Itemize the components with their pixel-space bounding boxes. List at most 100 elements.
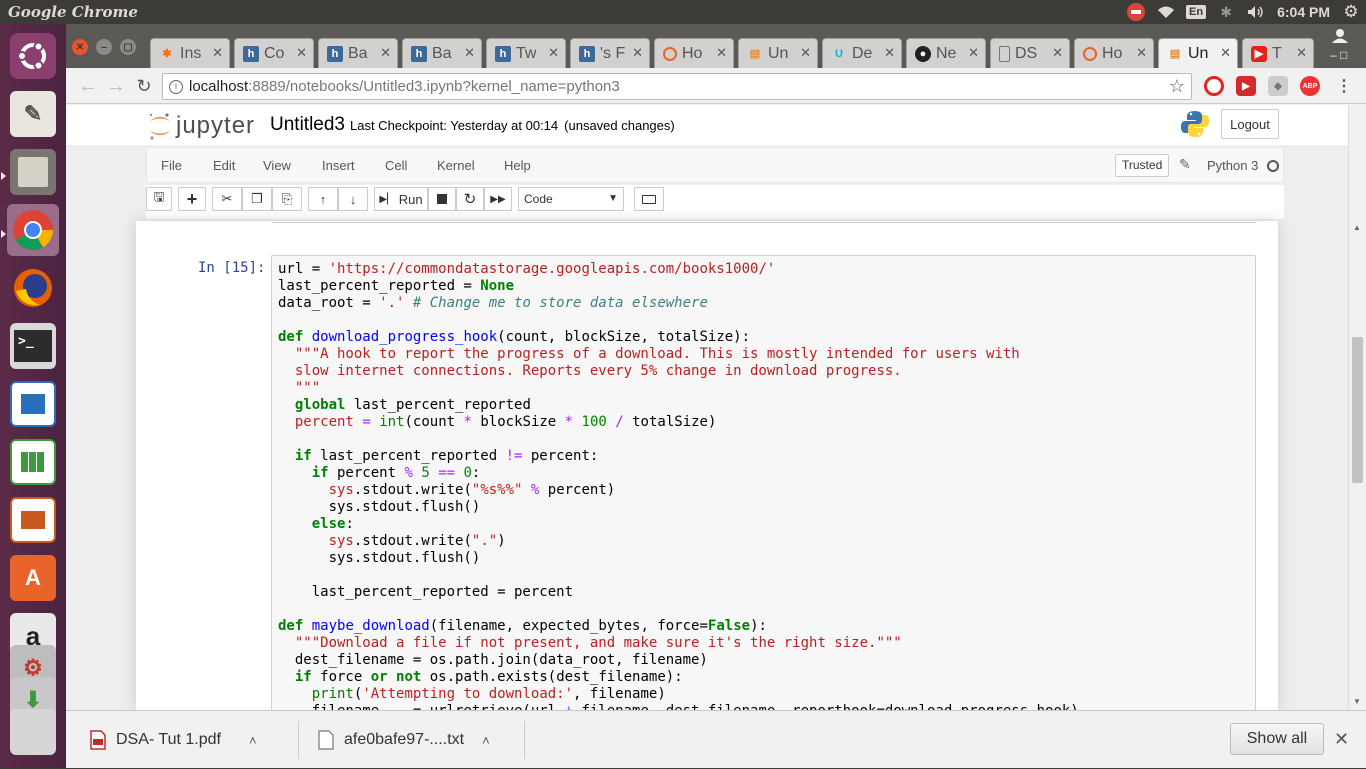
ubuntu-dash-launcher[interactable]	[7, 30, 59, 82]
move-up-button[interactable]: ↑	[308, 187, 338, 211]
wifi-icon[interactable]	[1157, 3, 1175, 21]
keyboard-layout-indicator[interactable]: En	[1186, 3, 1207, 21]
close-icon[interactable]: ✕	[1334, 729, 1349, 750]
file-manager-launcher[interactable]	[7, 146, 59, 198]
menu-view[interactable]: View	[263, 158, 291, 173]
profile-button[interactable]: – □	[1322, 26, 1358, 66]
restart-kernel-button[interactable]: ↻	[456, 187, 484, 211]
chevron-up-icon[interactable]: ˄	[249, 733, 257, 748]
tab[interactable]: ▶ T ✕	[1242, 38, 1314, 68]
tab-close-icon[interactable]: ✕	[380, 45, 391, 61]
scrollbar-thumb[interactable]	[1352, 337, 1363, 483]
menu-help[interactable]: Help	[504, 158, 531, 173]
tab[interactable]: h Co ✕	[234, 38, 314, 68]
interrupt-kernel-button[interactable]	[428, 187, 456, 211]
menu-cell[interactable]: Cell	[385, 158, 407, 173]
no-entry-icon[interactable]	[1127, 3, 1146, 21]
show-all-downloads-button[interactable]: Show all	[1230, 723, 1324, 755]
pencil-icon[interactable]: ✎	[1179, 156, 1191, 173]
tab-close-icon[interactable]: ✕	[884, 45, 895, 61]
info-icon[interactable]: i	[169, 80, 183, 94]
tab[interactable]: ● Ne ✕	[906, 38, 986, 68]
gear-icon[interactable]: ⚙	[1342, 2, 1360, 21]
opera-vpn-extension-icon[interactable]	[1204, 76, 1224, 96]
tab[interactable]: h Ba ✕	[318, 38, 398, 68]
shield-extension-icon[interactable]: ◆	[1268, 76, 1288, 96]
tab-close-icon[interactable]: ✕	[1296, 45, 1307, 61]
tab[interactable]: ▤ Un ✕	[738, 38, 818, 68]
tab-close-icon[interactable]: ✕	[212, 45, 223, 61]
move-down-button[interactable]: ↓	[338, 187, 368, 211]
chrome-menu-icon[interactable]: ⋮	[1334, 76, 1354, 96]
tab-close-icon[interactable]: ✕	[800, 45, 811, 61]
tab-close-icon[interactable]: ✕	[548, 45, 559, 61]
save-button[interactable]: 🖫	[146, 187, 172, 211]
tab-close-icon[interactable]: ✕	[296, 45, 307, 61]
insert-cell-button[interactable]: +	[178, 187, 206, 211]
tab-close-icon[interactable]: ✕	[1052, 45, 1063, 61]
tab-close-icon[interactable]: ✕	[464, 45, 475, 61]
notebook-name[interactable]: Untitled3	[270, 114, 345, 136]
workspaces-launcher[interactable]	[7, 706, 59, 758]
firefox-launcher[interactable]	[7, 262, 59, 314]
url-host: localhost	[189, 78, 249, 95]
writer-launcher[interactable]	[7, 378, 59, 430]
tab-close-icon[interactable]: ✕	[1136, 45, 1147, 61]
impress-launcher[interactable]	[7, 494, 59, 546]
adblock-plus-icon[interactable]: ABP	[1300, 76, 1320, 96]
address-bar[interactable]: i localhost:8889/notebooks/Untitled3.ipy…	[162, 73, 1192, 100]
window-close-button[interactable]: ✕	[72, 39, 88, 55]
reload-icon[interactable]: ↻	[132, 74, 156, 98]
page-scrollbar[interactable]: ▲ ▼	[1348, 105, 1366, 710]
software-center-launcher[interactable]: A	[7, 552, 59, 604]
cell-type-select[interactable]: Code ▼	[518, 187, 624, 211]
forward-arrow-icon[interactable]: →	[104, 74, 128, 98]
menu-edit[interactable]: Edit	[213, 158, 235, 173]
run-button[interactable]: ▶▏ Run	[374, 187, 428, 211]
tab[interactable]: h Tw ✕	[486, 38, 566, 68]
menu-insert[interactable]: Insert	[322, 158, 355, 173]
calc-launcher[interactable]	[7, 436, 59, 488]
paste-button[interactable]: ⎘	[272, 187, 302, 211]
trusted-indicator[interactable]: Trusted	[1115, 154, 1170, 177]
terminal-launcher[interactable]: >_	[7, 320, 59, 372]
scroll-down-arrow-icon[interactable]: ▼	[1353, 697, 1361, 706]
tab[interactable]: Ho ✕	[1074, 38, 1154, 68]
video-extension-icon[interactable]: ▶	[1236, 76, 1256, 96]
chrome-launcher[interactable]	[7, 204, 59, 256]
tab[interactable]: DS ✕	[990, 38, 1070, 68]
tab[interactable]: h Ba ✕	[402, 38, 482, 68]
bookmark-star-icon[interactable]: ☆	[1169, 74, 1185, 99]
run-label: Run	[398, 191, 423, 207]
jupyter-logo[interactable]: jupyter	[148, 111, 255, 141]
chevron-up-icon[interactable]: ˄	[482, 733, 490, 748]
tab-close-icon[interactable]: ✕	[968, 45, 979, 61]
download-item[interactable]: DSA- Tut 1.pdf ˄	[90, 711, 257, 769]
tab[interactable]: Ho ✕	[654, 38, 734, 68]
cut-button[interactable]: ✂	[212, 187, 242, 211]
tab-close-icon[interactable]: ✕	[1220, 45, 1231, 61]
bluetooth-icon[interactable]: ✱	[1217, 3, 1235, 21]
menu-file[interactable]: File	[161, 158, 182, 173]
tab-close-icon[interactable]: ✕	[716, 45, 727, 61]
menu-kernel[interactable]: Kernel	[437, 158, 475, 173]
tab[interactable]: h 's F ✕	[570, 38, 650, 68]
kernel-name[interactable]: Python 3	[1207, 158, 1258, 173]
back-arrow-icon[interactable]: ←	[76, 74, 100, 98]
tab[interactable]: ▤ Un ✕	[1158, 38, 1238, 68]
tab-close-icon[interactable]: ✕	[632, 45, 643, 61]
restart-run-all-button[interactable]: ▶▶	[484, 187, 512, 211]
tab[interactable]: ✱ Ins ✕	[150, 38, 230, 68]
download-item[interactable]: afe0bafe97-....txt ˄	[318, 711, 490, 769]
scroll-up-arrow-icon[interactable]: ▲	[1353, 223, 1361, 232]
copy-button[interactable]: ❐	[242, 187, 272, 211]
logout-button[interactable]: Logout	[1221, 109, 1279, 139]
window-maximize-button[interactable]: ▢	[120, 39, 136, 55]
text-editor-launcher[interactable]: ✎	[7, 88, 59, 140]
volume-icon[interactable]	[1247, 3, 1265, 21]
clock[interactable]: 6:04 PM	[1277, 4, 1330, 20]
window-minimize-button[interactable]: –	[96, 39, 112, 55]
code-cell-editor[interactable]: url = 'https://commondatastorage.googlea…	[271, 255, 1256, 710]
tab[interactable]: U De ✕	[822, 38, 902, 68]
command-palette-button[interactable]	[634, 187, 664, 211]
